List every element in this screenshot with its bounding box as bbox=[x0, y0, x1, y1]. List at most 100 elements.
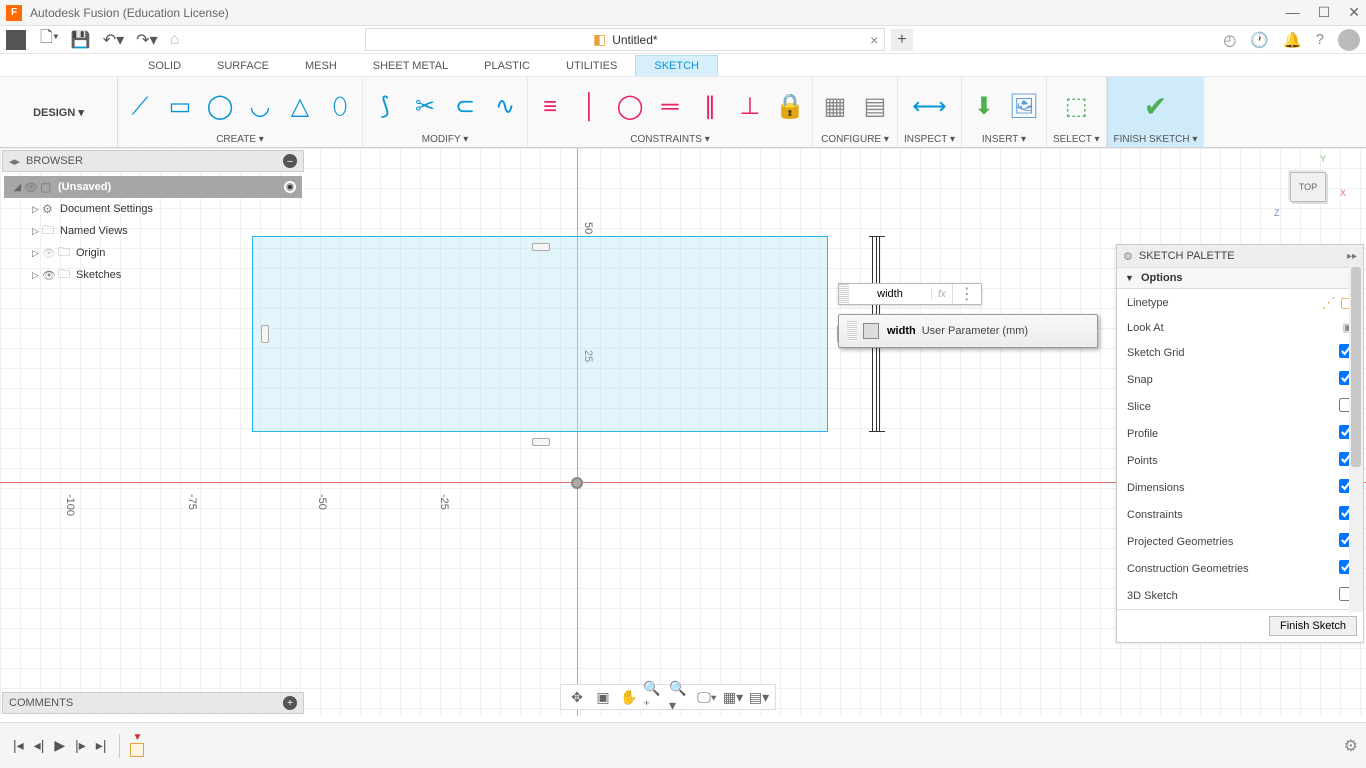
visibility-icon[interactable]: 👁 bbox=[24, 181, 40, 194]
expand-toggle-icon[interactable]: ▷ bbox=[32, 248, 42, 259]
maximize-button[interactable]: ☐ bbox=[1318, 4, 1331, 21]
zoom-tool-icon[interactable]: 🔍⁺ bbox=[643, 687, 667, 707]
expand-toggle-icon[interactable]: ◢ bbox=[14, 182, 24, 193]
add-comment-button[interactable]: + bbox=[283, 696, 297, 710]
constraints-group-label[interactable]: CONSTRAINTS ▾ bbox=[630, 132, 709, 145]
fit-tool-icon[interactable]: 🔍▾ bbox=[669, 687, 693, 707]
finish-sketch-button[interactable]: Finish Sketch bbox=[1269, 616, 1357, 636]
save-button[interactable]: 💾 bbox=[71, 30, 91, 50]
timeline-settings-button[interactable]: ⚙ bbox=[1344, 736, 1358, 756]
pan-tool-icon[interactable]: ✋ bbox=[617, 687, 641, 707]
browser-collapse-button[interactable]: – bbox=[283, 154, 297, 168]
timeline-end-button[interactable]: ▸| bbox=[96, 737, 107, 754]
line-tool-icon[interactable]: ⟋ bbox=[124, 89, 156, 125]
job-status-icon[interactable]: 🕐 bbox=[1250, 31, 1269, 49]
browser-root-node[interactable]: ◢ 👁 ▢ (Unsaved) bbox=[4, 176, 302, 198]
configure-icon[interactable]: ▦ bbox=[819, 89, 851, 125]
circle-tool-icon[interactable]: ◯ bbox=[204, 89, 236, 125]
activate-radio[interactable] bbox=[284, 181, 296, 193]
collapse-toggle-icon[interactable]: ▼ bbox=[1125, 273, 1134, 283]
midpoint-constraint-icon[interactable] bbox=[532, 438, 550, 446]
look-at-icon[interactable]: ▣ bbox=[591, 687, 615, 707]
data-panel-button[interactable] bbox=[6, 30, 26, 50]
measure-tool-icon[interactable]: ⟷ bbox=[913, 89, 945, 125]
gear-icon[interactable]: ⚙ bbox=[1123, 250, 1133, 263]
undo-button[interactable]: ↶▾ bbox=[103, 30, 124, 50]
timeline-start-button[interactable]: |◂ bbox=[13, 737, 24, 754]
polygon-tool-icon[interactable]: △ bbox=[284, 89, 316, 125]
palette-section-header[interactable]: ▼ Options bbox=[1117, 267, 1363, 289]
viewcube[interactable]: TOP X Y Z bbox=[1280, 158, 1338, 216]
timeline-play-button[interactable]: ▶ bbox=[54, 737, 65, 754]
insert-image-icon[interactable]: 🖼 bbox=[1008, 89, 1040, 125]
minimize-button[interactable]: — bbox=[1286, 4, 1300, 21]
redo-button[interactable]: ↷▾ bbox=[136, 30, 157, 50]
insert-svg-icon[interactable]: ⬇ bbox=[968, 89, 1000, 125]
timeline-feature[interactable]: ▼ bbox=[128, 732, 146, 760]
finish-sketch-icon[interactable]: ✔ bbox=[1139, 89, 1171, 125]
notifications-icon[interactable]: 🔔 bbox=[1283, 31, 1302, 49]
tab-utilities[interactable]: UTILITIES bbox=[548, 56, 635, 76]
workspace-switcher[interactable]: DESIGN ▾ bbox=[33, 106, 84, 119]
offset-tool-icon[interactable]: ∿ bbox=[489, 89, 521, 125]
inspect-group-label[interactable]: INSPECT ▾ bbox=[904, 132, 955, 145]
dimension-menu-button[interactable]: ⋮ bbox=[952, 284, 981, 304]
browser-node[interactable]: ▷ ⚙ Document Settings bbox=[4, 198, 302, 220]
modify-group-label[interactable]: MODIFY ▾ bbox=[422, 132, 469, 145]
origin-point[interactable] bbox=[571, 477, 583, 489]
orbit-tool-icon[interactable]: ✥ bbox=[565, 687, 589, 707]
grid-settings-icon[interactable]: ▦▾ bbox=[721, 687, 745, 707]
browser-header[interactable]: ◂▸ BROWSER – bbox=[2, 150, 304, 172]
select-group-label[interactable]: SELECT ▾ bbox=[1053, 132, 1100, 145]
expand-toggle-icon[interactable]: ▷ bbox=[32, 204, 42, 215]
vertical-constraint-icon[interactable]: │ bbox=[574, 89, 606, 125]
perpendicular-constraint-icon[interactable]: ⊥ bbox=[734, 89, 766, 125]
dimension-value-input[interactable] bbox=[849, 285, 931, 303]
palette-scrollbar[interactable] bbox=[1349, 267, 1363, 612]
tab-plastic[interactable]: PLASTIC bbox=[466, 56, 548, 76]
display-settings-icon[interactable]: 🖵▾ bbox=[695, 687, 719, 707]
parameter-suggestion[interactable]: width User Parameter (mm) bbox=[838, 314, 1098, 348]
visibility-icon[interactable]: 👁 bbox=[42, 247, 58, 260]
drag-grip-icon[interactable] bbox=[839, 284, 849, 304]
tab-solid[interactable]: SOLID bbox=[130, 56, 199, 76]
visibility-icon[interactable]: 👁 bbox=[42, 269, 58, 282]
timeline-prev-button[interactable]: ◂| bbox=[34, 737, 45, 754]
fillet-tool-icon[interactable]: ⟆ bbox=[369, 89, 401, 125]
tab-surface[interactable]: SURFACE bbox=[199, 56, 287, 76]
comments-panel-header[interactable]: COMMENTS + bbox=[2, 692, 304, 714]
palette-header[interactable]: ⚙ SKETCH PALETTE ▸▸ bbox=[1117, 245, 1363, 267]
file-menu-button[interactable]: 🗋▾ bbox=[40, 26, 59, 53]
midpoint-constraint-icon[interactable] bbox=[261, 325, 269, 343]
new-tab-button[interactable]: + bbox=[891, 29, 912, 51]
fix-constraint-icon[interactable]: 🔒 bbox=[774, 89, 806, 125]
configure-group-label[interactable]: CONFIGURE ▾ bbox=[821, 132, 889, 145]
trim-tool-icon[interactable]: ✂ bbox=[409, 89, 441, 125]
user-avatar[interactable] bbox=[1338, 29, 1360, 51]
close-button[interactable]: ✕ bbox=[1348, 4, 1360, 21]
palette-expand-button[interactable]: ▸▸ bbox=[1347, 251, 1357, 262]
browser-node[interactable]: ▷ 🗀 Named Views bbox=[4, 220, 302, 242]
extensions-icon[interactable]: ◴ bbox=[1223, 31, 1236, 49]
viewport-layout-icon[interactable]: ▤▾ bbox=[747, 687, 771, 707]
change-parameters-icon[interactable]: ▤ bbox=[859, 89, 891, 125]
create-group-label[interactable]: CREATE ▾ bbox=[216, 132, 264, 145]
finish-sketch-label[interactable]: FINISH SKETCH ▾ bbox=[1114, 132, 1198, 145]
browser-node[interactable]: ▷ 👁 🗀 Sketches bbox=[4, 264, 302, 286]
rectangle-tool-icon[interactable]: ▭ bbox=[164, 89, 196, 125]
close-tab-button[interactable]: × bbox=[870, 32, 878, 48]
help-icon[interactable]: ? bbox=[1316, 31, 1324, 48]
midpoint-constraint-icon[interactable] bbox=[532, 243, 550, 251]
tab-mesh[interactable]: MESH bbox=[287, 56, 355, 76]
tangent-constraint-icon[interactable]: ═ bbox=[654, 89, 686, 125]
extend-tool-icon[interactable]: ⊂ bbox=[449, 89, 481, 125]
browser-arrows-icon[interactable]: ◂▸ bbox=[9, 155, 20, 168]
browser-node[interactable]: ▷ 👁 🗀 Origin bbox=[4, 242, 302, 264]
viewcube-top-face[interactable]: TOP bbox=[1290, 172, 1326, 202]
linetype-construction-icon[interactable]: ⋰ bbox=[1322, 294, 1336, 310]
coincident-constraint-icon[interactable]: ◯ bbox=[614, 89, 646, 125]
document-tab[interactable]: ◧ Untitled* × bbox=[365, 28, 885, 51]
arc-tool-icon[interactable]: ◡ bbox=[244, 89, 276, 125]
timeline-next-button[interactable]: |▸ bbox=[75, 737, 86, 754]
tab-sheet-metal[interactable]: SHEET METAL bbox=[355, 56, 466, 76]
